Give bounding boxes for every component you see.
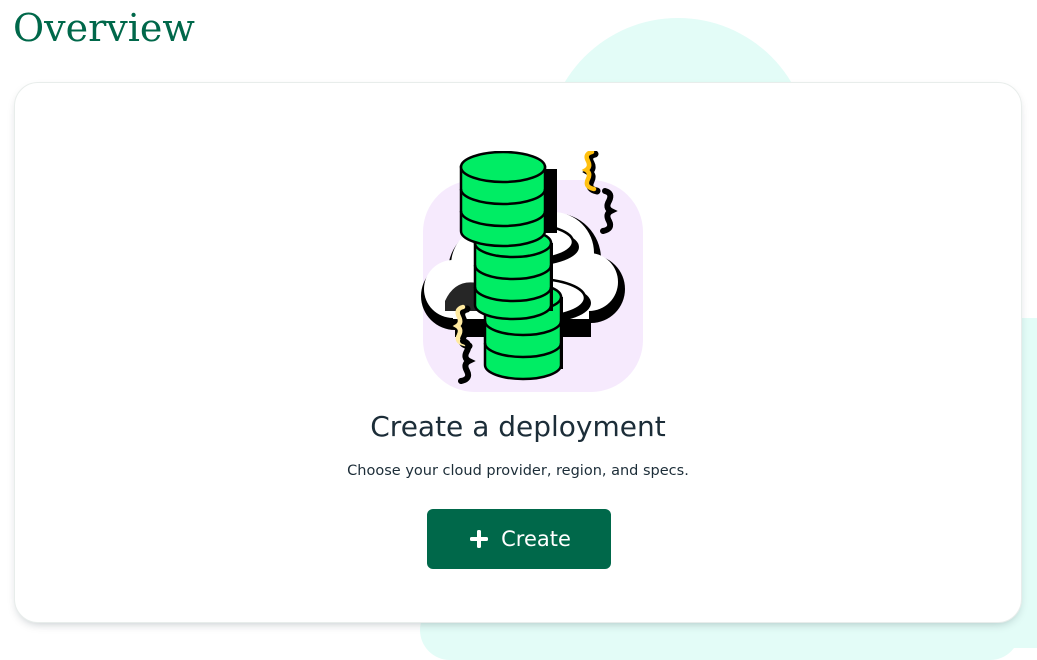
page-title: Overview (13, 6, 195, 50)
empty-state-description: Choose your cloud provider, region, and … (347, 463, 689, 479)
create-deployment-card: Create a deployment Choose your cloud pr… (14, 82, 1022, 623)
empty-state-heading: Create a deployment (370, 410, 666, 443)
create-button-label: Create (501, 527, 571, 551)
plus-icon (469, 529, 489, 549)
create-button[interactable]: Create (427, 509, 611, 569)
database-cloud-illustration (405, 149, 645, 396)
